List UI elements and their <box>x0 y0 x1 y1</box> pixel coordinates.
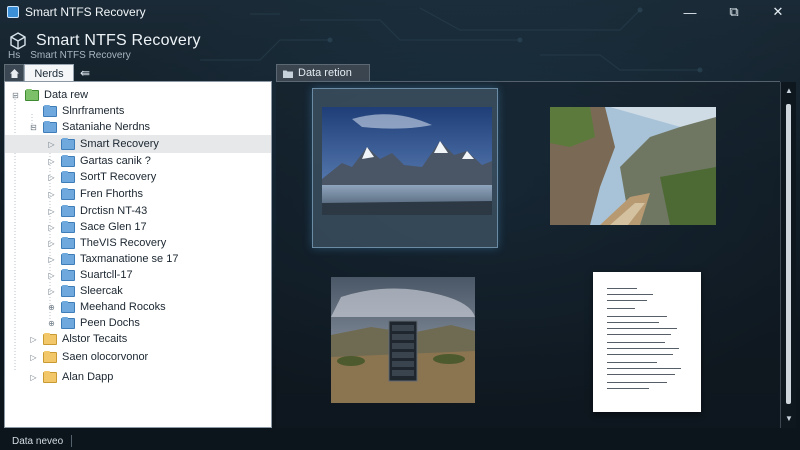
folder-icon <box>61 236 75 249</box>
subtitle-text: Smart NTFS Recovery <box>30 50 131 61</box>
window-controls: — ⧉ ✕ <box>668 0 800 24</box>
tree-item[interactable]: ▷ SortT Recovery <box>5 168 156 186</box>
expander-icon[interactable]: ⊕ <box>47 303 56 312</box>
folder-icon <box>61 316 75 329</box>
tree-item[interactable]: ⊟ Sataniahe Nerdns <box>5 118 150 136</box>
expander-icon[interactable]: ▷ <box>47 271 56 280</box>
tree-item-label: Sace Glen 17 <box>80 221 147 233</box>
tree-item-label: Drctisn NT-43 <box>80 205 148 217</box>
tree-item-label: Fren Fhorths <box>80 188 143 200</box>
expander-icon[interactable]: ▷ <box>47 239 56 248</box>
expander-icon[interactable]: ▷ <box>47 157 56 166</box>
status-text: Data neveo <box>12 435 64 447</box>
folder-icon <box>61 220 75 233</box>
folder-icon <box>25 88 39 101</box>
folder-icon <box>43 370 57 383</box>
folder-icon <box>61 154 75 167</box>
minimize-button[interactable]: — <box>668 0 712 24</box>
folder-icon <box>61 204 75 217</box>
tree-item-label: Taxmanatione se 17 <box>80 253 179 265</box>
app-icon <box>7 6 19 18</box>
folder-icon <box>61 268 75 281</box>
tree-item-label: Smart Recovery <box>80 138 159 150</box>
expander-icon[interactable]: ⊟ <box>29 123 38 132</box>
mountain-lake-image <box>322 107 492 215</box>
tree-item-label: Meehand Rocoks <box>80 301 166 313</box>
app-title: Smart NTFS Recovery <box>36 32 201 49</box>
status-divider <box>71 435 73 447</box>
tree-item-label: Data rew <box>44 89 89 101</box>
tree-item[interactable]: ▷ Fren Fhorths <box>5 185 143 203</box>
app-subtitle: Hs Smart NTFS Recovery <box>8 50 131 61</box>
thumbnail-server-rack[interactable] <box>331 277 475 403</box>
expander-icon[interactable]: ⊕ <box>47 319 56 328</box>
expander-icon[interactable]: ▷ <box>29 335 38 344</box>
tree-item[interactable]: ▷ Alstor Tecaits <box>5 330 127 348</box>
folder-icon <box>61 300 75 313</box>
tree-item[interactable]: ▷ Alan Dapp <box>5 368 113 386</box>
expander-icon[interactable] <box>29 107 38 116</box>
expander-icon[interactable]: ▷ <box>29 373 38 382</box>
status-bar: Data neveo <box>0 432 800 450</box>
expander-icon[interactable]: ▷ <box>47 287 56 296</box>
scroll-down-icon[interactable]: ▼ <box>783 412 795 424</box>
tab-data-retion[interactable]: Data retion <box>276 64 370 82</box>
folder-icon <box>43 120 57 133</box>
folder-icon <box>61 137 75 150</box>
tree-item-label: Slnrframents <box>62 105 125 117</box>
tree-item-label: Alstor Tecaits <box>62 333 128 345</box>
tree-item-label: Peen Dochs <box>80 317 140 329</box>
back-arrow-icon[interactable]: ⇚ <box>74 64 96 82</box>
folder-icon <box>61 284 75 297</box>
folder-icon <box>61 170 75 183</box>
document-page <box>593 272 701 412</box>
tree-item[interactable]: ▷ Smart Recovery <box>5 135 271 153</box>
expander-icon[interactable]: ▷ <box>47 190 56 199</box>
cube-icon <box>10 32 26 50</box>
vertical-scrollbar[interactable]: ▲ ▼ <box>780 82 796 428</box>
expander-icon[interactable]: ⊟ <box>11 91 20 100</box>
tree-item-label: Saen olocorvonor <box>62 351 149 363</box>
tree-item-label: Sleercak <box>80 285 123 297</box>
tree-item-label: Gartas canik ? <box>80 155 151 167</box>
expander-icon[interactable]: ▷ <box>47 207 56 216</box>
maximize-button[interactable]: ⧉ <box>712 0 756 24</box>
server-rack-image <box>331 277 475 403</box>
right-panel-tab-label: Data retion <box>298 67 352 79</box>
expander-icon[interactable]: ▷ <box>47 255 56 264</box>
tree-item-label: Suartcll-17 <box>80 269 133 281</box>
home-icon <box>9 69 19 78</box>
folder-icon <box>61 187 75 200</box>
folder-tree-panel: ⊟ Data rew Slnrframents ⊟ Sataniahe Nerdns ▷ S… <box>4 81 272 428</box>
title-bar: Smart NTFS Recovery — ⧉ ✕ <box>0 0 800 24</box>
tree-item[interactable]: ▷ Saen olocorvonor <box>5 348 148 366</box>
tree-item-label: SortT Recovery <box>80 171 157 183</box>
scroll-thumb[interactable] <box>786 104 791 404</box>
scroll-up-icon[interactable]: ▲ <box>783 84 795 96</box>
close-button[interactable]: ✕ <box>756 0 800 24</box>
folder-icon <box>61 252 75 265</box>
folder-icon <box>43 350 57 363</box>
thumbnail-document[interactable] <box>593 272 701 412</box>
left-panel-tabs: Nerds ⇚ <box>4 64 96 82</box>
tree-item-label: Alan Dapp <box>62 371 114 383</box>
expander-icon[interactable]: ▷ <box>47 223 56 232</box>
thumbnail-mountain-lake[interactable] <box>312 88 498 248</box>
expander-icon[interactable]: ▷ <box>47 173 56 182</box>
thumbnail-view <box>276 82 780 428</box>
folder-icon <box>43 104 57 117</box>
subtitle-prefix: Hs <box>8 50 21 61</box>
expander-icon[interactable]: ▷ <box>29 353 38 362</box>
window-title: Smart NTFS Recovery <box>25 5 146 19</box>
tree-item-label: Sataniahe Nerdns <box>62 121 151 133</box>
expander-icon[interactable]: ▷ <box>47 140 56 149</box>
thumbnail-canyon[interactable] <box>550 107 716 225</box>
folder-icon <box>43 332 57 345</box>
tab-nerds[interactable]: Nerds <box>24 64 74 82</box>
tree-item-label: TheVIS Recovery <box>80 237 167 249</box>
home-tab[interactable] <box>4 64 24 82</box>
canyon-image <box>550 107 716 225</box>
folder-small-icon <box>283 70 293 78</box>
